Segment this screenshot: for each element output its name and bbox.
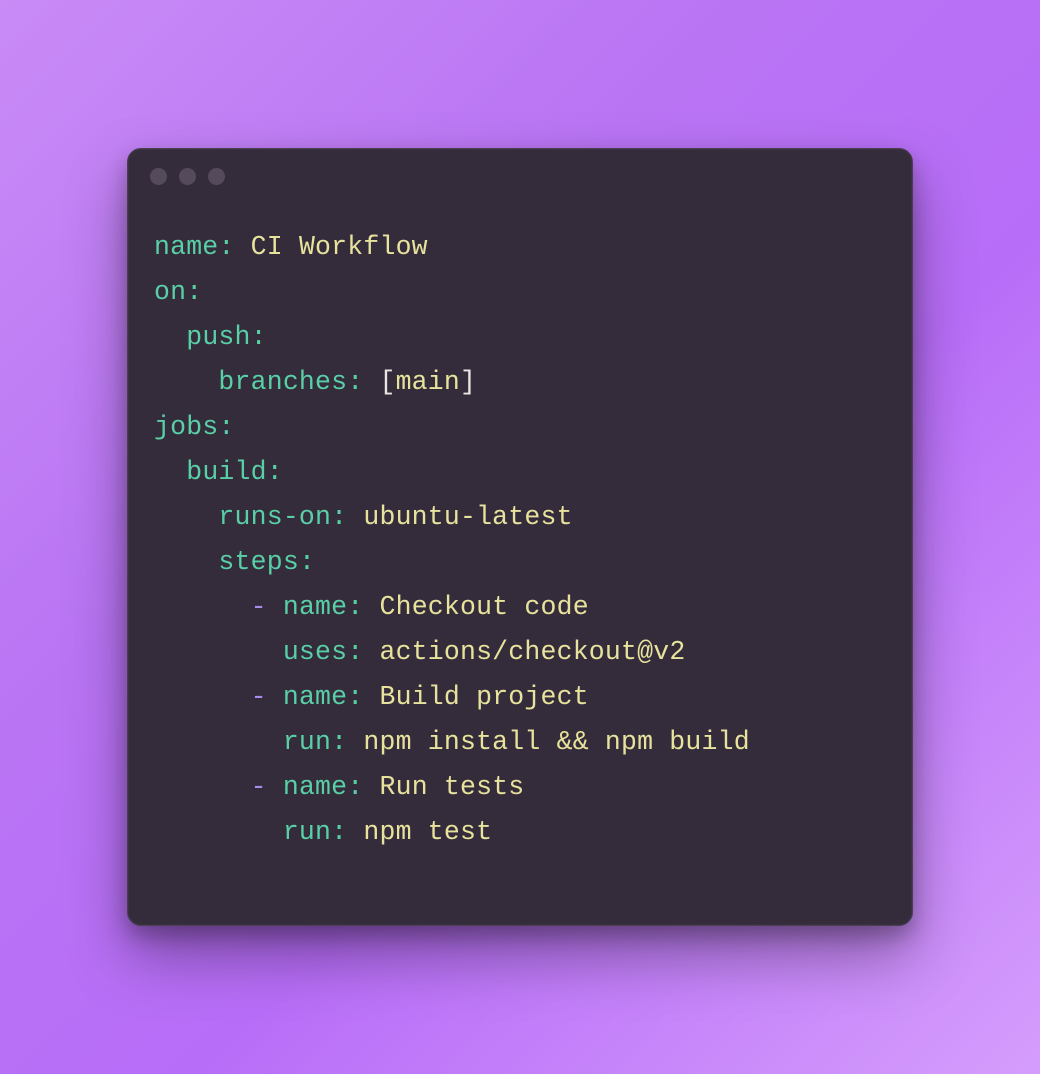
- code-block: name: CI Workflow on: push: branches: [m…: [154, 225, 886, 856]
- yaml-value: ubuntu-latest: [363, 502, 572, 532]
- colon: :: [331, 727, 347, 757]
- colon: :: [267, 457, 283, 487]
- yaml-key: name: [283, 592, 347, 622]
- bracket-open: [: [379, 367, 395, 397]
- yaml-key: run: [283, 817, 331, 847]
- yaml-key: name: [154, 232, 218, 262]
- yaml-value: npm install && npm build: [363, 727, 749, 757]
- window-titlebar: [128, 149, 912, 205]
- colon: :: [331, 817, 347, 847]
- yaml-key: name: [283, 772, 347, 802]
- colon: :: [251, 322, 267, 352]
- window-close-dot[interactable]: [150, 168, 167, 185]
- yaml-value: Run tests: [379, 772, 524, 802]
- yaml-key: uses: [283, 637, 347, 667]
- colon: :: [218, 232, 234, 262]
- colon: :: [347, 637, 363, 667]
- code-area: name: CI Workflow on: push: branches: [m…: [128, 205, 912, 926]
- window-minimize-dot[interactable]: [179, 168, 196, 185]
- window-zoom-dot[interactable]: [208, 168, 225, 185]
- yaml-value: main: [396, 367, 460, 397]
- yaml-key: runs-on: [218, 502, 331, 532]
- yaml-value: CI Workflow: [251, 232, 428, 262]
- yaml-key: name: [283, 682, 347, 712]
- yaml-key: run: [283, 727, 331, 757]
- yaml-value: Checkout code: [379, 592, 588, 622]
- list-dash: -: [251, 682, 267, 712]
- yaml-value: Build project: [379, 682, 588, 712]
- yaml-key: jobs: [154, 412, 218, 442]
- yaml-value: actions/checkout@v2: [379, 637, 685, 667]
- yaml-key: build: [186, 457, 267, 487]
- colon: :: [347, 592, 363, 622]
- yaml-key: branches: [218, 367, 347, 397]
- yaml-key: push: [186, 322, 250, 352]
- yaml-key: steps: [218, 547, 299, 577]
- colon: :: [218, 412, 234, 442]
- colon: :: [347, 682, 363, 712]
- colon: :: [347, 367, 363, 397]
- yaml-key: on: [154, 277, 186, 307]
- list-dash: -: [251, 592, 267, 622]
- colon: :: [331, 502, 347, 532]
- yaml-value: npm test: [363, 817, 492, 847]
- list-dash: -: [251, 772, 267, 802]
- colon: :: [347, 772, 363, 802]
- code-window: name: CI Workflow on: push: branches: [m…: [127, 148, 913, 927]
- colon: :: [299, 547, 315, 577]
- bracket-close: ]: [460, 367, 476, 397]
- colon: :: [186, 277, 202, 307]
